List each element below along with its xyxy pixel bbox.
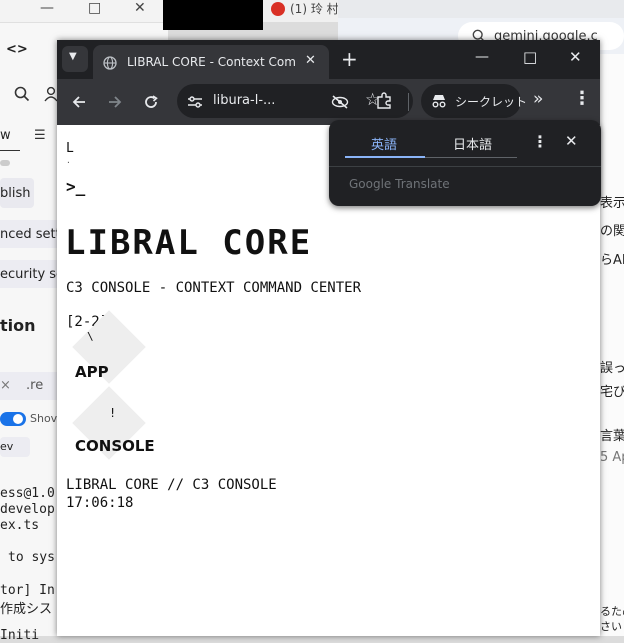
- bg-section-heading: tion: [0, 316, 36, 335]
- eye-slash-icon[interactable]: [331, 94, 349, 113]
- background-black-window: [163, 0, 263, 30]
- url-text[interactable]: libura-l-...: [213, 93, 275, 108]
- bg-file-label: .re: [26, 378, 44, 393]
- tab-strip: ▼ LIBRAL CORE - Context Comma ✕ + — □ ✕: [57, 40, 600, 79]
- bg-maximize-icon[interactable]: □: [88, 0, 101, 16]
- extensions-icon[interactable]: [375, 92, 393, 114]
- bg-person-icon[interactable]: [44, 86, 58, 106]
- toolbar-divider: [408, 93, 409, 111]
- bg-close-small-icon[interactable]: ×: [0, 378, 11, 393]
- bg-chip-label: ev: [0, 440, 14, 453]
- bg-terminal-line: ex.ts: [0, 518, 40, 533]
- tab-close-icon[interactable]: ✕: [305, 53, 316, 68]
- translate-tab-indicator: [345, 156, 425, 158]
- bg-advanced-label: nced setti: [0, 227, 65, 242]
- bg-toggle-label: Shov: [30, 412, 58, 425]
- notification-badge-icon: [271, 2, 285, 16]
- app-card-label[interactable]: APP: [75, 363, 109, 381]
- reload-icon[interactable]: [143, 94, 159, 114]
- console-card-label[interactable]: CONSOLE: [75, 437, 155, 455]
- new-tab-button[interactable]: +: [341, 47, 358, 71]
- menu-kebab-icon[interactable]: ⋮: [573, 88, 591, 109]
- bg-publish-label: blish: [0, 186, 31, 201]
- bg-toggle-knob: [13, 414, 23, 424]
- background-tab-title: (1) 玲 村: [290, 2, 339, 16]
- incognito-label: シークレット: [455, 95, 528, 109]
- bg-right-text: 表示: [600, 196, 624, 211]
- translate-target-tab[interactable]: 日本語: [453, 134, 492, 153]
- forward-arrow-icon[interactable]: [107, 94, 123, 114]
- bg-terminal-line: tor] In: [0, 583, 55, 598]
- clock-time: 17:06:18: [66, 495, 134, 511]
- top-letter: L: [66, 141, 74, 156]
- maximize-button[interactable]: □: [523, 48, 537, 66]
- bg-right-text: るため: [600, 605, 624, 618]
- google-translate-brand: Google Translate: [349, 177, 450, 191]
- translate-menu-icon[interactable]: ⋮: [532, 132, 548, 151]
- minimize-button[interactable]: —: [475, 49, 489, 65]
- bg-scroll-thumb[interactable]: [0, 160, 10, 166]
- logo-title: LIBRAL CORE: [65, 223, 313, 263]
- translate-divider: [329, 166, 601, 167]
- incognito-indicator[interactable]: シークレット: [421, 84, 527, 118]
- page-subtitle: C3 CONSOLE - CONTEXT COMMAND CENTER: [66, 280, 362, 296]
- tab-title: LIBRAL CORE - Context Comma: [127, 55, 297, 69]
- dot-mark: ·: [66, 158, 71, 167]
- translate-close-icon[interactable]: ✕: [565, 132, 578, 150]
- site-info-icon[interactable]: [187, 94, 203, 113]
- bg-search-icon[interactable]: [14, 86, 30, 106]
- bg-terminal-line: to sys: [8, 550, 55, 565]
- tab-active[interactable]: LIBRAL CORE - Context Comma ✕: [93, 45, 329, 79]
- bg-right-text: 5 Ap: [600, 450, 624, 465]
- incognito-icon: [431, 93, 447, 113]
- app-card-symbol: \: [87, 330, 94, 343]
- bg-terminal-line: develop: [0, 502, 55, 517]
- bg-right-text: らAP: [600, 253, 624, 268]
- bg-security-label: ecurity sc: [0, 267, 64, 282]
- translate-source-tab[interactable]: 英語: [371, 134, 397, 153]
- close-window-button[interactable]: ✕: [569, 48, 582, 66]
- bg-right-text: さい: [600, 620, 622, 633]
- translate-popup: 英語 日本語 ⋮ ✕ Google Translate: [329, 120, 601, 206]
- bg-right-text: の関連: [600, 224, 624, 239]
- globe-icon: [103, 55, 117, 74]
- console-card-symbol: !: [109, 406, 117, 420]
- bg-terminal-line: 作成シス: [0, 602, 53, 617]
- translate-tab-track: [425, 157, 517, 158]
- bg-right-text: 宅び: [600, 385, 624, 400]
- chevron-down-icon: ▼: [69, 51, 77, 62]
- bg-terminal-line: ess@1.0: [0, 486, 55, 501]
- back-arrow-icon[interactable]: [71, 94, 87, 114]
- bg-right-text: 誤っ: [600, 361, 624, 376]
- bg-tab-view[interactable]: w: [0, 128, 11, 143]
- browser-toolbar: libura-l-... ☆ シークレット » ⋮: [57, 79, 600, 125]
- terminal-prompt-icon: >_: [66, 177, 86, 196]
- footer-text: LIBRAL CORE // C3 CONSOLE: [66, 477, 277, 493]
- bg-minimize-icon[interactable]: —: [40, 0, 54, 16]
- bg-right-text: 言葉: [600, 429, 624, 444]
- code-icon[interactable]: <>: [6, 42, 28, 57]
- bg-list-icon[interactable]: ☰: [34, 128, 46, 143]
- chevron-double-right-icon[interactable]: »: [533, 89, 543, 109]
- bg-tab-underline: [0, 150, 20, 151]
- bg-close-icon[interactable]: ✕: [134, 0, 146, 16]
